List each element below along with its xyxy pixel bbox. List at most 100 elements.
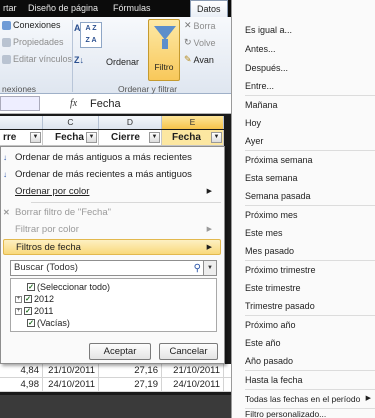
- table-cell[interactable]: 24/10/2011: [43, 378, 99, 392]
- advanced-filter-button[interactable]: ✎ Avan: [184, 54, 214, 65]
- date-filters-item[interactable]: Filtros de fecha ▶: [3, 239, 221, 255]
- expand-icon[interactable]: +: [15, 307, 22, 315]
- table-cell[interactable]: 21/10/2011: [43, 364, 99, 378]
- date-filters-submenu: Es igual a... Antes... Después... Entre.…: [231, 0, 375, 418]
- column-header-b[interactable]: [0, 116, 43, 129]
- menu-item-next-quarter[interactable]: Próximo trimestre: [245, 262, 373, 278]
- sort-oldest-newest-item[interactable]: ↓ Ordenar de más antiguos a más reciente…: [3, 150, 220, 166]
- ribbon-tab-bar: rtar Diseño de página Fórmulas Datos: [0, 0, 231, 17]
- table-row: 4,98 24/10/2011 27,19 24/10/2011: [0, 378, 231, 392]
- clear-filter-ribbon-icon: ✕: [184, 20, 192, 30]
- formula-input[interactable]: Fecha: [90, 98, 121, 110]
- menu-item-last-year[interactable]: Año pasado: [245, 353, 373, 369]
- search-input[interactable]: Buscar (Todos) ⚲ ▼: [10, 260, 217, 276]
- menu-item-this-quarter[interactable]: Este trimestre: [245, 280, 373, 296]
- menu-item-all-dates-in-period[interactable]: Todas las fechas en el período ▶: [245, 391, 373, 407]
- checkbox-checked-icon[interactable]: ✓: [27, 283, 35, 291]
- menu-item-between[interactable]: Entre...: [245, 78, 373, 94]
- header-cell-fecha[interactable]: Fecha ▼: [43, 130, 99, 146]
- tab-datos[interactable]: Datos: [190, 0, 228, 17]
- clear-filter-ribbon-button[interactable]: ✕ Borra: [184, 20, 216, 31]
- ribbon-separator: [72, 20, 73, 92]
- properties-button[interactable]: Propiedades: [2, 37, 64, 47]
- filter-button[interactable]: Filtro: [148, 19, 180, 81]
- header-cell-cierre-partial[interactable]: rre ▼: [0, 130, 43, 146]
- menu-item-custom-filter[interactable]: Filtro personalizado...: [245, 406, 373, 418]
- table-cell[interactable]: 21/10/2011: [162, 364, 224, 378]
- table-cell[interactable]: 4,84: [0, 364, 43, 378]
- menu-item-year-to-date[interactable]: Hasta la fecha: [245, 372, 373, 388]
- column-header-d[interactable]: D: [99, 116, 162, 129]
- sort-asc-icon: ↓: [3, 153, 7, 162]
- menu-item-equals[interactable]: Es igual a...: [245, 22, 373, 38]
- menu-item-next-month[interactable]: Próximo mes: [245, 207, 373, 223]
- table-cell[interactable]: 24/10/2011: [162, 378, 224, 392]
- edit-links-icon: [2, 54, 11, 64]
- ribbon-datos: Conexiones Propiedades Editar vínculos n…: [0, 17, 231, 94]
- checkbox-checked-icon[interactable]: ✓: [24, 295, 32, 303]
- tab-diseno-pagina[interactable]: Diseño de página: [28, 3, 98, 13]
- fx-icon[interactable]: fx: [70, 98, 77, 109]
- filter-dropdown-icon[interactable]: ▼: [30, 132, 41, 143]
- reapply-icon: ↻: [184, 37, 192, 47]
- tab-formulas[interactable]: Fórmulas: [113, 3, 151, 13]
- tree-item-select-all[interactable]: ✓ (Seleccionar todo): [27, 281, 110, 293]
- advanced-filter-icon: ✎: [184, 54, 192, 64]
- cancel-button[interactable]: Cancelar: [159, 343, 218, 360]
- sort-dialog-icon[interactable]: A Z Z A: [80, 22, 102, 48]
- checkbox-checked-icon[interactable]: ✓: [27, 319, 35, 327]
- group-label-connections: nexiones: [2, 84, 37, 94]
- menu-item-last-quarter[interactable]: Trimestre pasado: [245, 298, 373, 314]
- tree-item-empty[interactable]: ✓ (Vacías): [27, 317, 70, 329]
- expand-icon[interactable]: +: [15, 295, 22, 303]
- header-cell-cierre[interactable]: Cierre ▼: [99, 130, 162, 146]
- menu-item-today[interactable]: Hoy: [245, 115, 373, 131]
- menu-item-next-week[interactable]: Próxima semana: [245, 152, 373, 168]
- menu-item-before[interactable]: Antes...: [245, 41, 373, 57]
- sort-button-label[interactable]: Ordenar: [106, 57, 139, 67]
- status-bar: [0, 395, 231, 418]
- clear-filter-icon: ✕: [3, 208, 10, 217]
- edit-links-button[interactable]: Editar vínculos: [2, 54, 72, 64]
- sort-newest-oldest-item[interactable]: ↓ Ordenar de más recientes a más antiguo…: [3, 167, 220, 183]
- table-cell[interactable]: 27,19: [99, 378, 162, 392]
- filter-dropdown-icon[interactable]: ▼: [211, 132, 222, 143]
- checkbox-checked-icon[interactable]: ✓: [24, 307, 32, 315]
- column-header-c[interactable]: C: [43, 116, 99, 129]
- filter-by-color-item[interactable]: Filtrar por color ▶: [15, 222, 220, 238]
- tab-insertar[interactable]: rtar: [3, 3, 17, 13]
- filter-dropdown-icon[interactable]: ▼: [86, 132, 97, 143]
- menu-item-this-week[interactable]: Esta semana: [245, 170, 373, 186]
- column-header-e[interactable]: E: [162, 116, 224, 129]
- sort-desc-icon: ↓: [3, 170, 7, 179]
- name-box[interactable]: [0, 96, 40, 111]
- tree-item-2011[interactable]: + ✓ 2011: [15, 305, 53, 317]
- menu-item-yesterday[interactable]: Ayer: [245, 133, 373, 149]
- search-dropdown-icon[interactable]: ▼: [203, 261, 216, 275]
- menu-item-next-year[interactable]: Próximo año: [245, 317, 373, 333]
- menu-item-last-month[interactable]: Mes pasado: [245, 243, 373, 259]
- formula-bar: fx Fecha: [0, 94, 231, 114]
- connections-icon: [2, 20, 11, 30]
- sort-za-small-icon[interactable]: Z↓: [74, 55, 84, 65]
- submenu-arrow-icon: ▶: [206, 244, 212, 251]
- submenu-arrow-icon: ▶: [365, 395, 371, 402]
- reapply-button[interactable]: ↻ Volve: [184, 37, 216, 48]
- menu-item-this-month[interactable]: Este mes: [245, 225, 373, 241]
- sort-by-color-item[interactable]: Ordenar por color ▶: [15, 184, 220, 200]
- menu-item-last-week[interactable]: Semana pasada: [245, 188, 373, 204]
- tree-item-2012[interactable]: + ✓ 2012: [15, 293, 54, 305]
- funnel-icon: [154, 26, 176, 40]
- table-cell[interactable]: 27,16: [99, 364, 162, 378]
- header-cell-fecha-active[interactable]: Fecha ▼: [162, 130, 224, 146]
- menu-item-after[interactable]: Después...: [245, 60, 373, 76]
- filter-dropdown-icon[interactable]: ▼: [149, 132, 160, 143]
- connections-button[interactable]: Conexiones: [2, 20, 61, 30]
- menu-item-this-year[interactable]: Este año: [245, 335, 373, 351]
- table-cell[interactable]: 4,98: [0, 378, 43, 392]
- menu-item-tomorrow[interactable]: Mañana: [245, 97, 373, 113]
- table-row: 4,84 21/10/2011 27,16 21/10/2011: [0, 364, 231, 378]
- clear-filter-item[interactable]: ✕ Borrar filtro de "Fecha": [3, 205, 220, 221]
- accept-button[interactable]: Aceptar: [89, 343, 151, 360]
- submenu-arrow-icon: ▶: [206, 226, 212, 233]
